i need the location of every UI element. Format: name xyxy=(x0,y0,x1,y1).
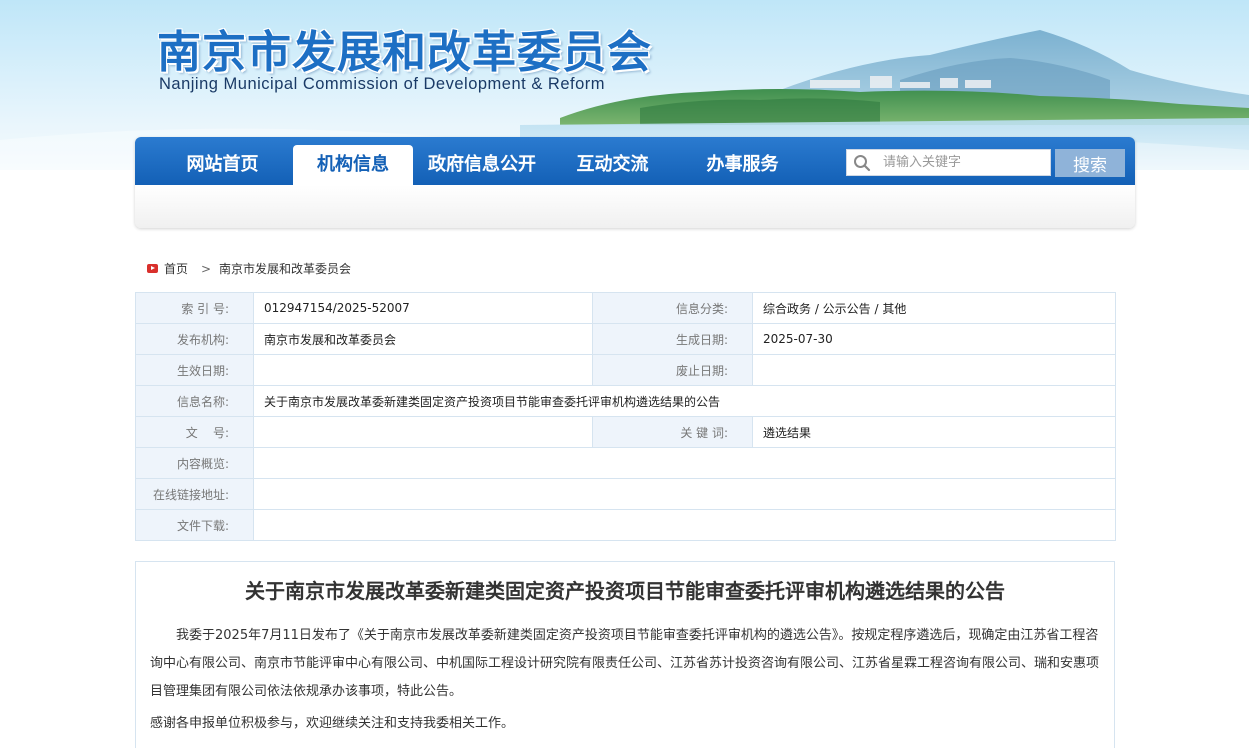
nav-item-services[interactable]: 办事服务 xyxy=(685,137,800,185)
summary-label: 内容概览: xyxy=(135,447,254,479)
home-icon xyxy=(147,264,158,273)
category-label: 信息分类: xyxy=(592,292,753,324)
table-row: 索 引 号: 012947154/2025-52007 信息分类: 综合政务 /… xyxy=(135,292,1116,324)
search-button[interactable]: 搜索 xyxy=(1055,149,1125,177)
nav-item-interaction[interactable]: 互动交流 xyxy=(555,137,670,185)
expire-date-label: 废止日期: xyxy=(592,354,753,386)
file-download-label: 文件下载: xyxy=(135,509,254,541)
publisher-value: 南京市发展和改革委员会 xyxy=(253,323,593,355)
table-row: 文 号: 关 键 词: 遴选结果 xyxy=(135,416,1116,448)
keyword-value: 遴选结果 xyxy=(752,416,1116,448)
table-row: 信息名称: 关于南京市发展改革委新建类固定资产投资项目节能审查委托评审机构遴选结… xyxy=(135,385,1116,417)
sub-navigation-bar xyxy=(135,185,1135,228)
info-name-value: 关于南京市发展改革委新建类固定资产投资项目节能审查委托评审机构遴选结果的公告 xyxy=(253,385,1116,417)
nav-bar: 网站首页 机构信息 政府信息公开 互动交流 办事服务 搜索 xyxy=(135,137,1135,185)
article-body: 我委于2025年7月11日发布了《关于南京市发展改革委新建类固定资产投资项目节能… xyxy=(150,622,1100,738)
table-row: 文件下载: xyxy=(135,509,1116,541)
created-date-label: 生成日期: xyxy=(592,323,753,355)
file-download-value[interactable] xyxy=(253,509,1116,541)
breadcrumb-current: 南京市发展和改革委员会 xyxy=(219,262,352,276)
keyword-label: 关 键 词: xyxy=(592,416,753,448)
search-box xyxy=(846,149,1051,176)
document-info-table: 索 引 号: 012947154/2025-52007 信息分类: 综合政务 /… xyxy=(135,292,1116,541)
category-value: 综合政务 / 公示公告 / 其他 xyxy=(752,292,1116,324)
index-value: 012947154/2025-52007 xyxy=(253,292,593,324)
effective-date-value xyxy=(253,354,593,386)
site-subtitle: Nanjing Municipal Commission of Developm… xyxy=(159,75,606,93)
info-name-label: 信息名称: xyxy=(135,385,254,417)
table-row: 发布机构: 南京市发展和改革委员会 生成日期: 2025-07-30 xyxy=(135,323,1116,355)
online-link-value[interactable] xyxy=(253,478,1116,510)
effective-date-label: 生效日期: xyxy=(135,354,254,386)
publisher-label: 发布机构: xyxy=(135,323,254,355)
article-content: 关于南京市发展改革委新建类固定资产投资项目节能审查委托评审机构遴选结果的公告 我… xyxy=(135,561,1115,748)
breadcrumb-home-link[interactable]: 首页 xyxy=(164,261,188,277)
index-label: 索 引 号: xyxy=(135,292,254,324)
nav-item-gov-info[interactable]: 政府信息公开 xyxy=(421,137,543,185)
article-title: 关于南京市发展改革委新建类固定资产投资项目节能审查委托评审机构遴选结果的公告 xyxy=(245,579,1005,603)
search-input[interactable] xyxy=(883,150,1048,175)
nav-item-organization[interactable]: 机构信息 xyxy=(293,145,413,185)
article-paragraph: 感谢各申报单位积极参与，欢迎继续关注和支持我委相关工作。 xyxy=(150,716,515,731)
table-row: 内容概览: xyxy=(135,447,1116,479)
summary-value xyxy=(253,447,1116,479)
site-title: 南京市发展和改革委员会 xyxy=(157,27,652,78)
table-row: 在线链接地址: xyxy=(135,478,1116,510)
expire-date-value xyxy=(752,354,1116,386)
table-row: 生效日期: 废止日期: xyxy=(135,354,1116,386)
nav-item-home[interactable]: 网站首页 xyxy=(165,137,280,185)
main-navigation: 网站首页 机构信息 政府信息公开 互动交流 办事服务 搜索 xyxy=(135,137,1135,228)
breadcrumb-separator: > xyxy=(201,262,212,276)
online-link-label: 在线链接地址: xyxy=(135,478,254,510)
created-date-value: 2025-07-30 xyxy=(752,323,1116,355)
search-icon xyxy=(854,155,871,172)
doc-number-label: 文 号: xyxy=(135,416,254,448)
doc-number-value xyxy=(253,416,593,448)
article-paragraph: 我委于2025年7月11日发布了《关于南京市发展改革委新建类固定资产投资项目节能… xyxy=(150,628,1100,699)
